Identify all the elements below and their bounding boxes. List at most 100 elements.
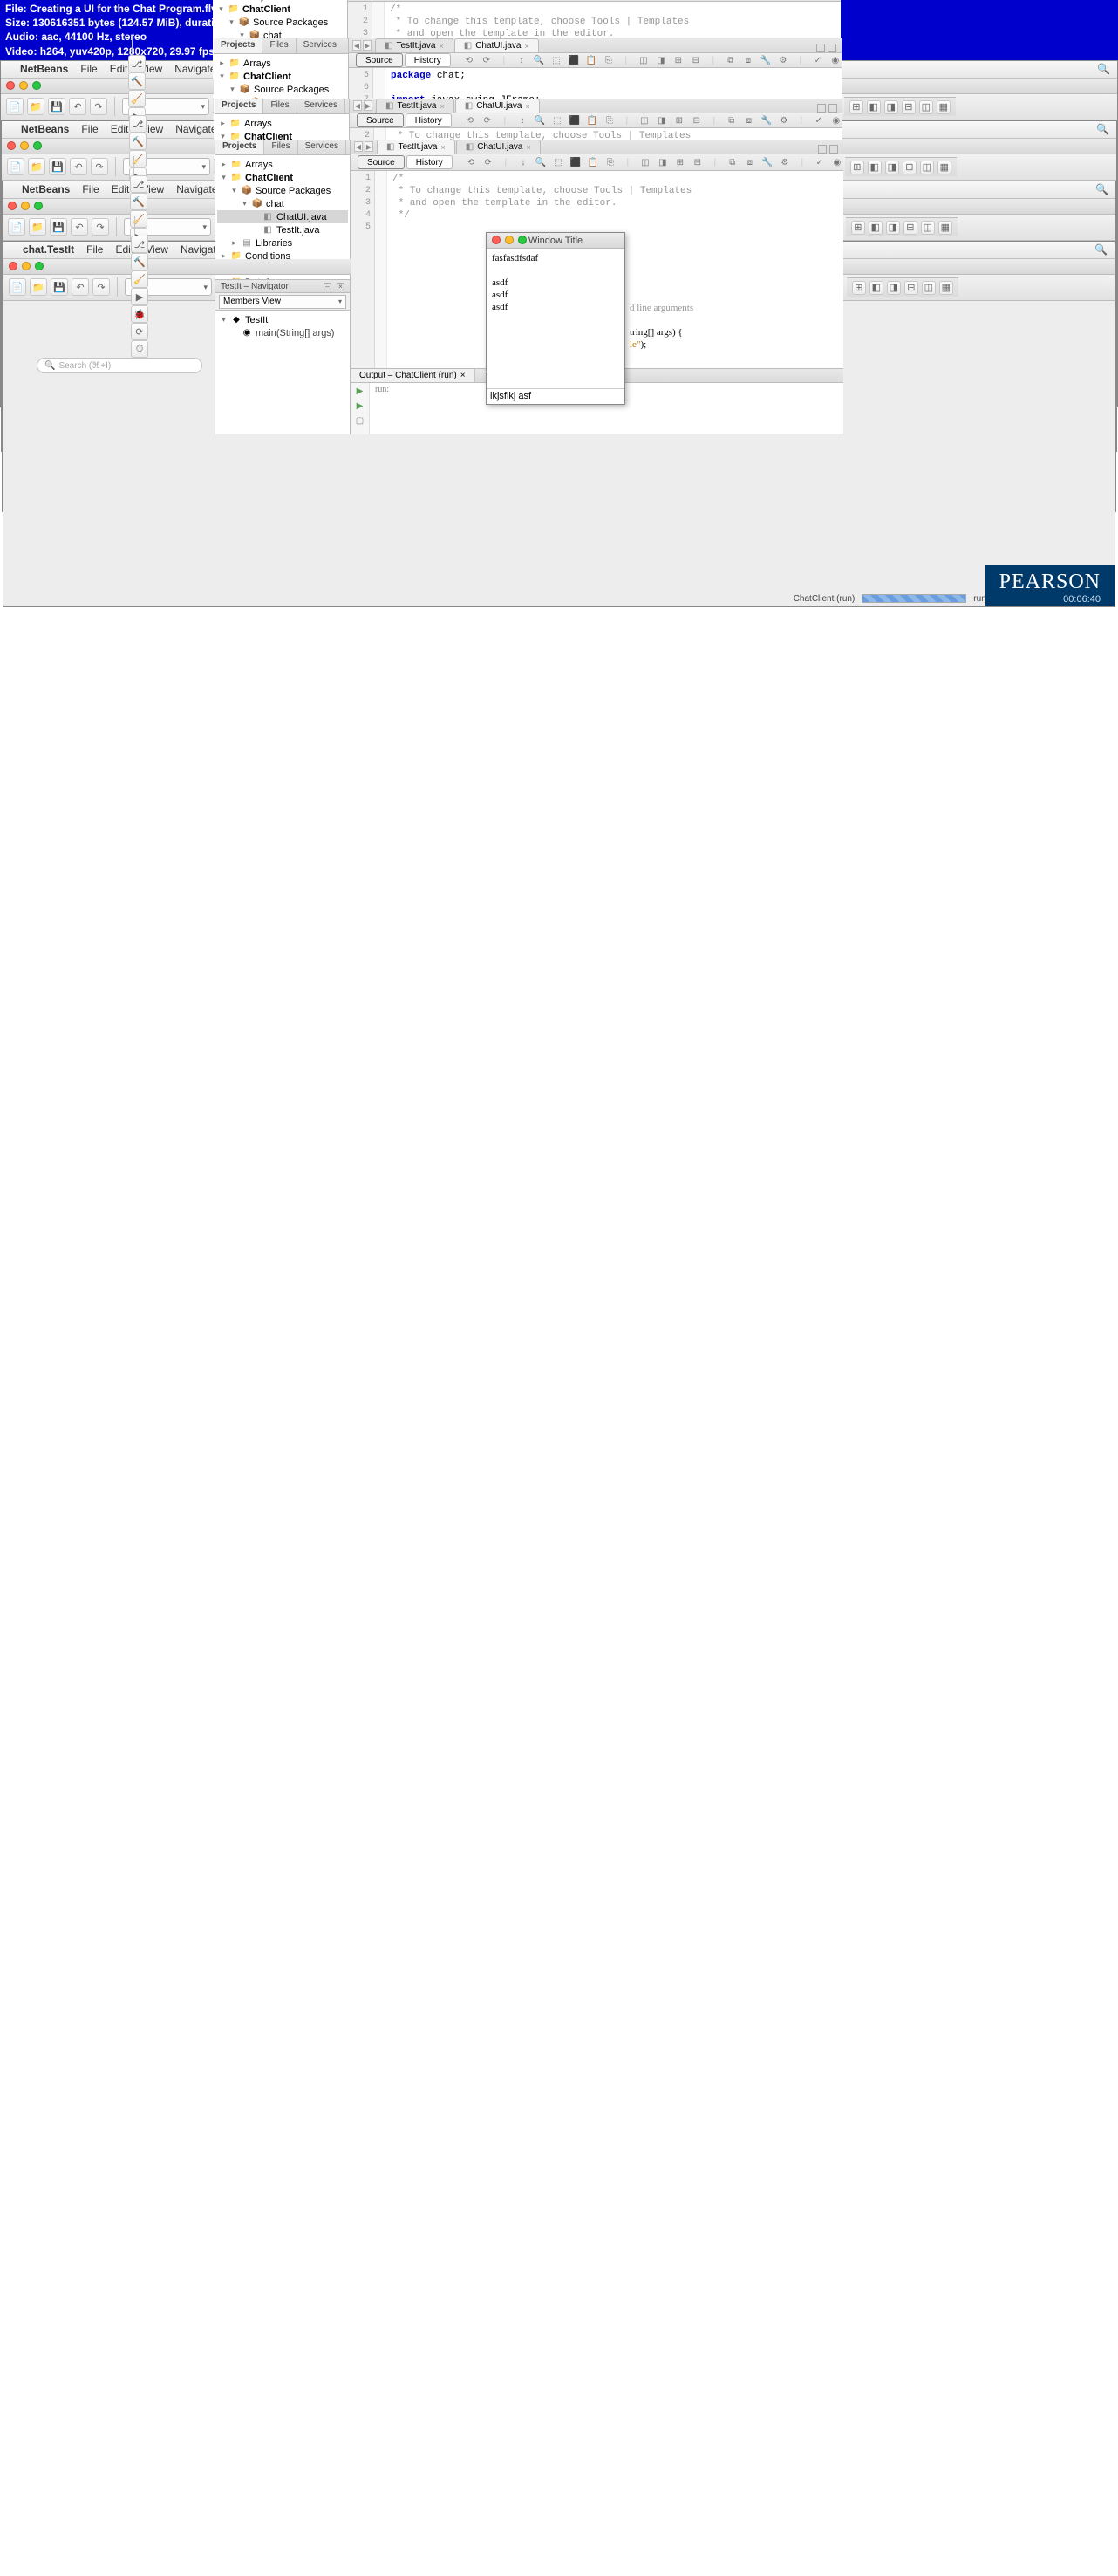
close-icon[interactable]: × — [439, 42, 443, 51]
panel-tab-services[interactable]: Services — [297, 99, 345, 113]
minimize-icon[interactable] — [20, 141, 29, 150]
tree-twisty[interactable]: ▾ — [218, 72, 226, 81]
tree-row[interactable]: ▾ 📦 chat — [217, 197, 348, 210]
tree-row[interactable]: ▾ 📦 Source Packages — [215, 16, 345, 29]
menu-file[interactable]: File — [82, 183, 99, 195]
editor-tool-icon[interactable]: ◨ — [657, 156, 669, 168]
chat-entry-field[interactable] — [487, 388, 624, 403]
tab-prev-icon[interactable]: ◀ — [353, 100, 362, 111]
panel-tab-files[interactable]: Files — [264, 140, 297, 154]
close-icon[interactable]: × — [524, 42, 528, 51]
tree-twisty[interactable]: ▾ — [241, 199, 249, 208]
editor-tool-icon[interactable]: ⬛ — [568, 54, 580, 66]
toolbar-button[interactable]: ↷ — [92, 218, 109, 236]
window-mode-button[interactable]: ▦ — [938, 221, 952, 235]
editor-tool-icon[interactable]: ⬚ — [551, 114, 563, 126]
editor-tool-icon[interactable]: ⬚ — [552, 156, 564, 168]
tab-next-icon[interactable]: ▶ — [365, 141, 373, 152]
menu-edit[interactable]: Edit — [111, 123, 129, 135]
panel-button[interactable] — [816, 44, 825, 52]
stop-icon[interactable]: ▶ — [357, 401, 364, 411]
tree-twisty[interactable]: ▾ — [230, 186, 238, 195]
run-button[interactable]: ⎇ — [129, 115, 147, 133]
window-mode-button[interactable]: ▦ — [939, 281, 953, 295]
menu-file[interactable]: File — [81, 123, 98, 135]
editor-tool-icon[interactable]: ⊟ — [692, 156, 704, 168]
chat-window[interactable]: Window Title fasfasdfsdaf asdf asdf asdf — [486, 232, 625, 405]
menu-navigate[interactable]: Navigate — [176, 183, 217, 195]
source-view-button[interactable]: Source — [358, 155, 405, 169]
editor-tool-icon[interactable]: ⊞ — [673, 114, 685, 126]
editor-tool-icon[interactable]: ⊞ — [674, 156, 686, 168]
editor-tool-icon[interactable]: ⎘ — [604, 156, 617, 168]
tree-twisty[interactable]: ▾ — [228, 85, 236, 94]
run-button[interactable]: ⟳ — [131, 323, 148, 340]
editor-tool-icon[interactable]: ◨ — [656, 114, 668, 126]
zoom-icon[interactable] — [32, 81, 41, 90]
editor-tool-icon[interactable]: 🔍 — [534, 114, 546, 126]
editor-tool-icon[interactable]: 🔧 — [760, 54, 772, 66]
toolbar-button[interactable]: 💾 — [51, 278, 68, 296]
tree-row[interactable]: ▾ 📁 ChatClient — [217, 171, 348, 184]
window-mode-button[interactable]: ◨ — [886, 221, 900, 235]
tree-row[interactable]: ▸ 📁 Arrays — [217, 158, 348, 171]
editor-tool-icon[interactable]: 📋 — [587, 156, 599, 168]
window-mode-button[interactable]: ⊞ — [851, 221, 865, 235]
close-icon[interactable] — [492, 236, 501, 244]
editor-tool-icon[interactable]: ⎘ — [603, 54, 615, 66]
tree-twisty[interactable]: ▾ — [228, 17, 235, 27]
spotlight-icon[interactable]: 🔍 — [1097, 63, 1110, 75]
menu-navigate[interactable]: Navigate — [175, 123, 216, 135]
toolbar-button[interactable]: 💾 — [48, 98, 65, 115]
editor-tool-icon[interactable]: ⟳ — [481, 114, 494, 126]
window-mode-button[interactable]: ⊞ — [850, 161, 864, 174]
run-icon[interactable]: ▶ — [357, 386, 364, 396]
run-button[interactable]: 🧹 — [131, 270, 148, 288]
toolbar-button[interactable]: 💾 — [49, 158, 66, 175]
panel-tab-projects[interactable]: Projects — [215, 99, 263, 113]
toolbar-button[interactable]: ↶ — [72, 278, 89, 296]
editor-tool-icon[interactable]: ⟲ — [463, 54, 475, 66]
window-mode-button[interactable]: ⊟ — [903, 161, 917, 174]
tree-row[interactable]: ▾ 📦 Source Packages — [217, 184, 348, 197]
close-icon[interactable]: × — [440, 102, 444, 111]
toolbar-button[interactable]: ↶ — [71, 218, 88, 236]
editor-tool-icon[interactable]: ↕ — [515, 54, 528, 66]
tree-row[interactable]: ▾ ◆ TestIt — [217, 313, 348, 326]
editor-tool-icon[interactable]: 🔍 — [535, 156, 547, 168]
quick-search[interactable]: Search (⌘+I) — [37, 358, 202, 373]
editor-tool-icon[interactable]: ⧉ — [726, 114, 738, 126]
editor-tool-icon[interactable]: ⟳ — [481, 54, 493, 66]
navigator-view-combo[interactable]: Members View — [219, 295, 346, 309]
close-icon[interactable] — [9, 262, 17, 270]
history-view-button[interactable]: History — [406, 155, 453, 169]
editor-tool-icon[interactable]: 🔧 — [760, 114, 773, 126]
editor-tool-icon[interactable]: ⊟ — [690, 54, 702, 66]
run-button[interactable]: ⎇ — [130, 175, 147, 193]
close-icon[interactable]: × — [525, 102, 529, 111]
toolbar-button[interactable]: ↶ — [70, 158, 87, 175]
menu-netbeans[interactable]: chat.TestIt — [23, 243, 74, 256]
panel-tab-files[interactable]: Files — [262, 38, 296, 53]
history-view-button[interactable]: History — [406, 113, 452, 127]
minimize-icon[interactable] — [505, 236, 514, 244]
editor-tool-icon[interactable]: ⎘ — [603, 114, 616, 126]
spotlight-icon[interactable]: 🔍 — [1095, 183, 1108, 195]
editor-tool-icon[interactable]: ⊞ — [672, 54, 685, 66]
panel-button[interactable] — [829, 145, 838, 154]
close-icon[interactable] — [6, 81, 15, 90]
run-button[interactable]: ⎇ — [131, 236, 148, 253]
editor-tool-icon[interactable]: ⧈ — [742, 54, 754, 66]
tree-twisty[interactable]: ▸ — [217, 0, 225, 1]
editor-tab[interactable]: ◧ ChatUI.java × — [456, 140, 541, 154]
close-icon[interactable]: × — [460, 371, 466, 380]
toolbar-button[interactable]: ↷ — [91, 158, 108, 175]
tree-row[interactable]: ▸ 📁 Arrays — [215, 57, 346, 70]
tab-next-icon[interactable]: ▶ — [364, 100, 372, 111]
tree-twisty[interactable]: ▸ — [230, 238, 238, 248]
spotlight-icon[interactable]: 🔍 — [1094, 243, 1108, 256]
zoom-icon[interactable] — [35, 262, 44, 270]
close-icon[interactable]: × — [337, 283, 344, 290]
tree-twisty[interactable]: ▾ — [217, 4, 225, 14]
editor-tool-icon[interactable]: ✓ — [812, 54, 824, 66]
